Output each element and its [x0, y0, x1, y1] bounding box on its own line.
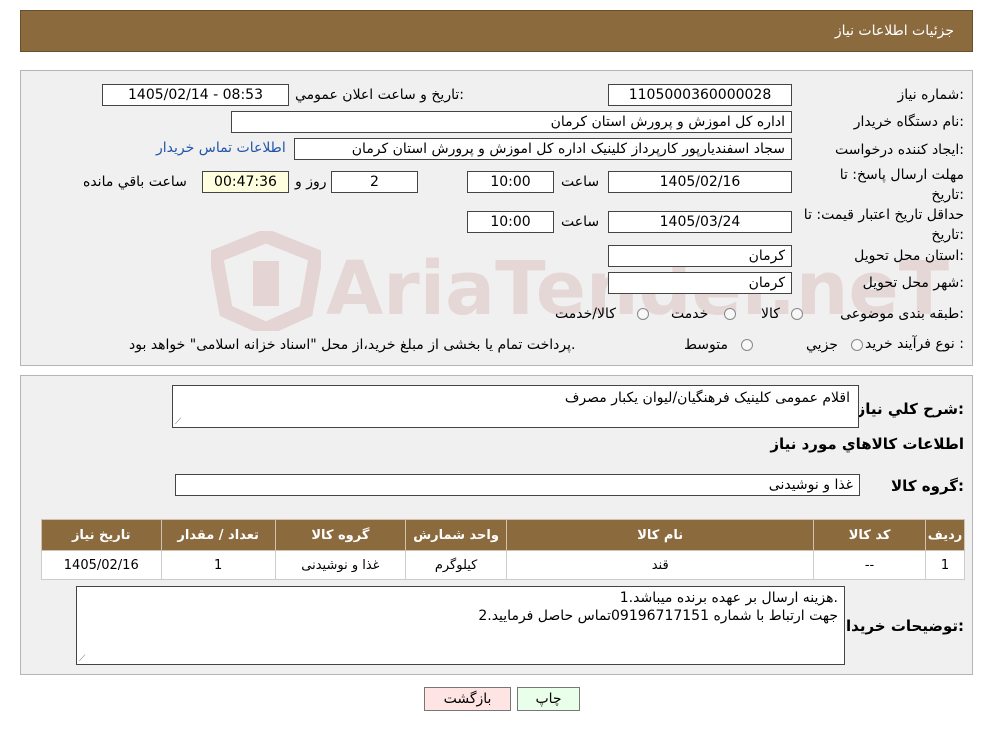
- summary-text: اقلام عمومی کلینیک فرهنگیان/لیوان یکبار …: [564, 390, 850, 406]
- category-label: طبقه بندی موضوعی:: [840, 306, 964, 322]
- process-radio-minor[interactable]: [851, 339, 863, 351]
- buyer-org-label: نام دستگاه خريدار:: [853, 114, 964, 130]
- remaining-time-field: 00:47:36: [202, 171, 289, 193]
- cell-need-date: 1405/02/16: [41, 550, 162, 580]
- process-option-medium: متوسط: [684, 337, 728, 353]
- col-need-date: تاريخ نياز: [41, 519, 162, 551]
- col-row: رديف: [925, 519, 965, 551]
- print-button[interactable]: چاپ: [517, 687, 580, 711]
- resize-grip-icon[interactable]: ⟋: [79, 655, 87, 664]
- back-button[interactable]: بازگشت: [424, 687, 511, 711]
- col-product-name: نام کالا: [506, 519, 815, 551]
- page-header: جزئیات اطلاعات نیاز: [20, 10, 973, 52]
- col-unit: واحد شمارش: [404, 519, 508, 551]
- remaining-days-field: 2: [331, 171, 418, 193]
- cell-quantity: 1: [160, 550, 276, 580]
- buyer-notes-line-1: 1.هزینه ارسال بر عهده برنده میباشد.: [619, 590, 838, 606]
- price-validity-time-label: ساعت: [561, 214, 600, 230]
- col-group: گروه کالا: [274, 519, 406, 551]
- deadline-date-field: 1405/02/16: [608, 171, 792, 193]
- summary-textarea[interactable]: اقلام عمومی کلینیک فرهنگیان/لیوان یکبار …: [172, 385, 859, 428]
- province-field: کرمان: [608, 245, 792, 267]
- col-quantity: تعداد / مقدار: [160, 519, 276, 551]
- buyer-notes-line-2: 2.جهت ارتباط با شماره 09196717151تماس حا…: [478, 608, 838, 624]
- items-section-title: اطلاعات کالاهاي مورد نياز: [770, 435, 964, 453]
- cell-row: 1: [925, 550, 965, 580]
- category-radio-goods-service[interactable]: [637, 308, 649, 320]
- category-option-service: خدمت: [671, 306, 709, 322]
- buyer-notes-textarea[interactable]: 1.هزینه ارسال بر عهده برنده میباشد. 2.جه…: [76, 586, 845, 665]
- need-details-panel: شرح کلي نياز: اقلام عمومی کلینیک فرهنگیا…: [20, 375, 973, 675]
- days-label: روز و: [295, 174, 327, 190]
- buyer-contact-link[interactable]: اطلاعات تماس خریدار: [156, 140, 286, 156]
- cell-product-code: --: [813, 550, 926, 580]
- items-table: تاريخ نياز تعداد / مقدار گروه کالا واحد …: [41, 519, 965, 580]
- deadline-time-label: ساعت: [561, 174, 600, 190]
- city-label: شهر محل تحویل:: [862, 275, 964, 291]
- need-number-label: شماره نیاز:: [897, 87, 964, 103]
- category-option-goods: کالا: [761, 306, 780, 322]
- province-label: استان محل تحویل:: [854, 248, 964, 264]
- creator-field: سجاد اسفندیارپور کارپرداز کلینیک اداره ک…: [294, 138, 792, 160]
- buyer-org-field: اداره کل اموزش و پرورش استان کرمان: [231, 111, 792, 133]
- remaining-label: ساعت باقي مانده: [83, 174, 187, 190]
- price-validity-label: حداقل تاریخ اعتبار قیمت: تا تاریخ:: [803, 207, 964, 243]
- items-table-header-row: تاريخ نياز تعداد / مقدار گروه کالا واحد …: [41, 519, 965, 551]
- page-title: جزئیات اطلاعات نیاز: [834, 23, 954, 39]
- cell-unit: کیلوگرم: [404, 550, 508, 580]
- process-option-minor: جزیي: [806, 337, 838, 353]
- product-group-field: غذا و نوشیدنی: [175, 474, 860, 496]
- price-validity-date-field: 1405/03/24: [608, 211, 792, 233]
- col-product-code: کد کالا: [813, 519, 926, 551]
- deadline-label: مهلت ارسال پاسخ: تا تاریخ:: [839, 167, 964, 203]
- announce-datetime-field: 1405/02/14 - 08:53: [102, 84, 289, 106]
- category-radio-goods[interactable]: [791, 308, 803, 320]
- process-payment-note: پرداخت تمام یا بخشی از مبلغ خرید،از محل …: [129, 337, 576, 353]
- cell-group: غذا و نوشیدنی: [274, 550, 406, 580]
- summary-label: شرح کلي نياز:: [856, 400, 964, 418]
- resize-grip-icon[interactable]: ⟋: [175, 418, 183, 427]
- cell-product-name: قند: [506, 550, 815, 580]
- process-radio-medium[interactable]: [741, 339, 753, 351]
- announce-label: تاریخ و ساعت اعلان عمومي:: [295, 87, 464, 103]
- category-radio-service[interactable]: [724, 308, 736, 320]
- table-row: 1405/02/16 1 غذا و نوشیدنی کیلوگرم قند -…: [41, 550, 965, 580]
- need-info-panel: AriaTender.neT شماره نیاز: 1105000360000…: [20, 70, 973, 366]
- product-group-label: گروه کالا:: [891, 477, 964, 495]
- creator-label: ایجاد کننده درخواست:: [835, 142, 964, 158]
- city-field: کرمان: [608, 272, 792, 294]
- price-validity-time-field: 10:00: [467, 211, 554, 233]
- category-option-goods-service: کالا/خدمت: [555, 306, 616, 322]
- buyer-notes-label: توضیحات خریدار:: [837, 617, 964, 635]
- watermark-logo-icon: [211, 231, 321, 331]
- process-label: نوع فرآیند خرید :: [865, 336, 964, 352]
- need-number-field: 1105000360000028: [608, 84, 792, 106]
- deadline-time-field: 10:00: [467, 171, 554, 193]
